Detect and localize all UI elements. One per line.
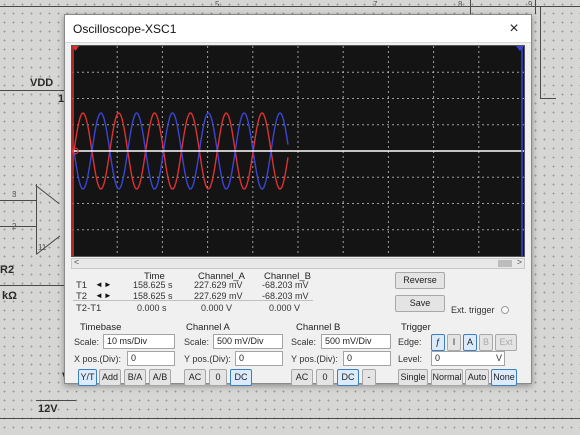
- trigger-source-b[interactable]: B: [479, 334, 493, 351]
- trigger-mode-normal[interactable]: Normal: [431, 369, 463, 386]
- title-bar[interactable]: Oscilloscope-XSC1 ×: [65, 15, 531, 43]
- trigger-rising-edge-icon[interactable]: ƒ: [431, 334, 445, 351]
- timebase-xpos-label: X pos.(Div):: [74, 354, 122, 364]
- scroll-right-icon[interactable]: >: [517, 257, 522, 267]
- kohm-label: kΩ: [2, 290, 17, 302]
- channel-b-ypos-label: Y pos.(Div):: [291, 354, 338, 364]
- diff-time: 0.000 s: [137, 303, 167, 313]
- r2-label: R2: [0, 264, 15, 276]
- timebase-title: Timebase: [80, 322, 122, 333]
- trigger-level-label: Level:: [398, 354, 423, 364]
- timebase-xpos-field[interactable]: 0: [127, 351, 175, 366]
- pin-3-label: 3: [12, 190, 17, 199]
- channel-b-ypos-field[interactable]: 0: [343, 351, 391, 366]
- cursor-diff-label: T2-T1: [76, 303, 102, 314]
- diff-channel-a: 0.000 V: [201, 303, 233, 313]
- trigger-falling-edge-icon[interactable]: Ɩ: [447, 334, 461, 351]
- channel-b-scale-label: Scale:: [291, 337, 317, 347]
- pin-7-label: 7: [373, 0, 378, 9]
- pin-11-label: 11: [38, 243, 47, 252]
- pin-9-label: 9: [528, 0, 533, 9]
- channel-b-zero-button[interactable]: 0: [316, 369, 334, 386]
- horizontal-scrollbar[interactable]: < >: [71, 257, 525, 269]
- timebase-scale-field[interactable]: 10 ms/Div: [103, 334, 175, 349]
- diff-channel-b: 0.000 V: [269, 303, 301, 313]
- channel-b-title: Channel B: [296, 322, 341, 333]
- scope-display[interactable]: [71, 45, 525, 257]
- cursor-t1-arrows-icon[interactable]: ◄►: [95, 280, 113, 289]
- neg-supply-label: 12V: [38, 403, 58, 415]
- cursor-t1-label: T1: [76, 280, 88, 291]
- reverse-button[interactable]: Reverse: [395, 272, 445, 289]
- trigger-title: Trigger: [401, 322, 431, 333]
- trigger-edge-label: Edge:: [398, 337, 422, 347]
- channel-b-scale-field[interactable]: 500 mV/Div: [321, 334, 391, 349]
- channel-a-ypos-field[interactable]: 0: [235, 351, 283, 366]
- channel-a-scale-field[interactable]: 500 mV/Div: [213, 334, 283, 349]
- trigger-level-unit: V: [496, 353, 503, 363]
- trigger-mode-single[interactable]: Single: [398, 369, 428, 386]
- channel-a-title: Channel A: [186, 322, 230, 333]
- ext-trigger-label: Ext. trigger: [451, 305, 495, 315]
- channel-a-zero-button[interactable]: 0: [209, 369, 227, 386]
- trigger-source-a[interactable]: A: [463, 334, 477, 351]
- cursor-t2-arrows-icon[interactable]: ◄►: [95, 291, 113, 300]
- trigger-mode-auto[interactable]: Auto: [465, 369, 489, 386]
- ext-trigger-terminal-icon[interactable]: [501, 306, 509, 314]
- channel-a-ac-button[interactable]: AC: [184, 369, 206, 386]
- trigger-level-field[interactable]: 0: [431, 351, 505, 366]
- trigger-source-ext[interactable]: Ext: [495, 334, 517, 351]
- channel-b-dc-button[interactable]: DC: [337, 369, 359, 386]
- channel-b-invert-button[interactable]: -: [362, 369, 376, 386]
- timebase-mode-add[interactable]: Add: [99, 369, 121, 386]
- oscilloscope-window: Oscilloscope-XSC1 × < > Time Channel_A C…: [64, 14, 532, 386]
- vdd-label: VDD: [30, 77, 54, 89]
- timebase-scale-label: Scale:: [74, 337, 100, 347]
- scrollbar-thumb[interactable]: [498, 260, 512, 267]
- window-title: Oscilloscope-XSC1: [73, 22, 177, 36]
- pin-8-label: 8: [458, 0, 463, 9]
- trigger-mode-none[interactable]: None: [491, 369, 517, 386]
- scroll-left-icon[interactable]: <: [74, 257, 79, 267]
- t1-time: 158.625 s: [133, 280, 173, 290]
- pin-5-label: 5: [215, 0, 220, 9]
- save-button[interactable]: Save: [395, 295, 445, 312]
- close-button[interactable]: ×: [503, 19, 525, 39]
- cursor-t2-marker-icon: [516, 46, 524, 51]
- channel-b-ac-button[interactable]: AC: [291, 369, 313, 386]
- timebase-mode-yt[interactable]: Y/T: [78, 369, 97, 386]
- timebase-mode-ba[interactable]: B/A: [124, 369, 146, 386]
- pin-2-label: 2: [12, 222, 17, 231]
- channel-a-ypos-label: Y pos.(Div):: [184, 354, 231, 364]
- scope-graph: [72, 46, 524, 256]
- channel-a-scale-label: Scale:: [184, 337, 210, 347]
- timebase-mode-ab[interactable]: A/B: [149, 369, 171, 386]
- t1-channel-a: 227.629 mV: [194, 280, 243, 290]
- t1-channel-b: -68.203 mV: [262, 280, 309, 290]
- channel-a-dc-button[interactable]: DC: [230, 369, 252, 386]
